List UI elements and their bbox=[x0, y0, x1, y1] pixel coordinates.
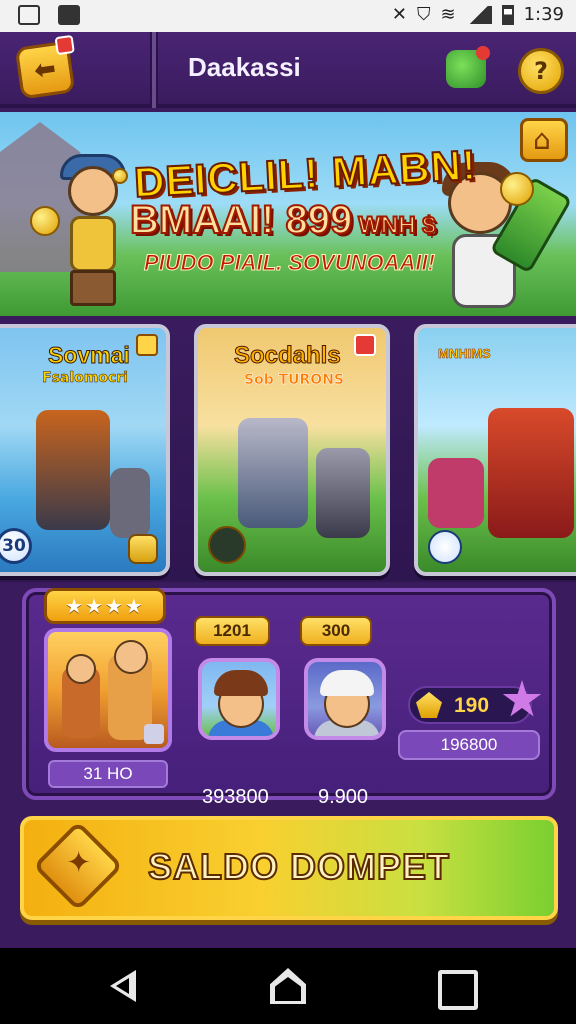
wallet-balance-button[interactable]: SALDO DOMPET bbox=[20, 816, 558, 920]
status-bar: ✕ ⛉ ≋ 1:39 bbox=[0, 0, 576, 32]
nav-home-icon[interactable] bbox=[268, 966, 308, 1006]
game-card-row: Sovmai Fsalomocri 30 Socdahls Sob TURONS… bbox=[0, 316, 576, 582]
coin-icon bbox=[30, 206, 60, 236]
warrior-illustration bbox=[488, 408, 574, 538]
home-button[interactable] bbox=[520, 118, 568, 162]
notification-dot bbox=[54, 34, 75, 56]
help-icon: ? bbox=[534, 57, 548, 85]
signal-icon bbox=[465, 5, 492, 24]
price-tag: 1201 bbox=[194, 616, 270, 646]
back-button[interactable]: ⬅ bbox=[14, 34, 76, 100]
game-card-3[interactable]: MNHIMS bbox=[414, 324, 576, 576]
coin-total: 196800 bbox=[398, 730, 540, 760]
battery-icon bbox=[501, 4, 514, 25]
card-title: MNHIMS bbox=[438, 346, 491, 362]
avatar[interactable] bbox=[198, 658, 280, 740]
divider bbox=[150, 32, 158, 108]
coin-icon bbox=[112, 168, 128, 184]
knight-illustration bbox=[238, 418, 308, 528]
card-action-button[interactable] bbox=[428, 530, 462, 564]
vehicle-illustration bbox=[428, 458, 484, 528]
corner-icon bbox=[144, 724, 164, 744]
image-icon bbox=[18, 5, 40, 25]
game-card-1[interactable]: Sovmai Fsalomocri 30 bbox=[0, 324, 170, 576]
wallet-icon bbox=[32, 820, 124, 912]
banner-subtitle: PIUDO PIAIL. SOVUNOAAII! bbox=[144, 250, 436, 276]
card-subtitle: Sob TURONS bbox=[244, 372, 345, 389]
star-icon bbox=[354, 334, 376, 356]
firefighter-illustration bbox=[36, 410, 110, 530]
clock: 1:39 bbox=[523, 4, 564, 25]
nav-recents-icon[interactable] bbox=[434, 966, 478, 1010]
avatar[interactable] bbox=[304, 658, 386, 740]
ally-illustration bbox=[110, 468, 150, 538]
avatar-value: 9.900 bbox=[318, 786, 369, 808]
plus-icon bbox=[136, 334, 158, 356]
rating-stars: ★★★★ bbox=[44, 588, 166, 624]
shield-icon: ⛉ bbox=[416, 4, 431, 25]
card-action-button[interactable] bbox=[208, 526, 246, 564]
back-icon: ⬅ bbox=[32, 53, 58, 87]
card-subtitle: Fsalomocri bbox=[42, 370, 128, 387]
featured-value: 31 HO bbox=[48, 760, 168, 788]
nav-icon bbox=[58, 5, 80, 25]
wifi-icon: ≋ bbox=[440, 4, 456, 25]
banner-amount-value: BMAAI! 899 bbox=[129, 197, 353, 243]
coin-balance[interactable]: 190 bbox=[408, 686, 532, 724]
game-screen: ⬅ Daakassi ? DEICLIL! MABN! BMAAI! 899WN… bbox=[0, 32, 576, 948]
nav-back-icon[interactable] bbox=[104, 966, 144, 1006]
wallet-balance-label: SALDO DOMPET bbox=[147, 845, 451, 888]
notification-dot bbox=[476, 46, 490, 60]
banner-amount: BMAAI! 899 WNH $ bbox=[129, 197, 437, 243]
knight-ally-illustration bbox=[316, 448, 370, 538]
coin-icon bbox=[500, 172, 534, 206]
gift-icon[interactable] bbox=[446, 46, 490, 88]
system-nav-bar bbox=[0, 948, 576, 1024]
coin-icon bbox=[416, 692, 442, 718]
page-title: Daakassi bbox=[188, 52, 301, 82]
avatar-value: 393800 bbox=[202, 786, 269, 808]
reward-panel: ★★★★ 31 HO 1201 300 393800 9.900 190 196… bbox=[22, 588, 556, 808]
game-card-2[interactable]: Socdahls Sob TURONS bbox=[194, 324, 390, 576]
card-action-button[interactable] bbox=[128, 534, 158, 564]
featured-item[interactable] bbox=[44, 628, 172, 752]
help-button[interactable]: ? bbox=[518, 48, 564, 94]
price-tag: 300 bbox=[300, 616, 372, 646]
card-title: Socdahls bbox=[234, 342, 342, 370]
level-badge: 30 bbox=[0, 528, 32, 564]
card-title: Sovmai bbox=[48, 342, 131, 369]
banner-amount-suffix: WNH $ bbox=[357, 211, 436, 240]
mute-icon: ✕ bbox=[391, 4, 407, 25]
coin-count: 190 bbox=[454, 694, 490, 717]
promo-banner[interactable]: DEICLIL! MABN! BMAAI! 899WNH $ PIUDO PIA… bbox=[0, 112, 576, 316]
top-bar: ⬅ Daakassi ? bbox=[0, 32, 576, 108]
